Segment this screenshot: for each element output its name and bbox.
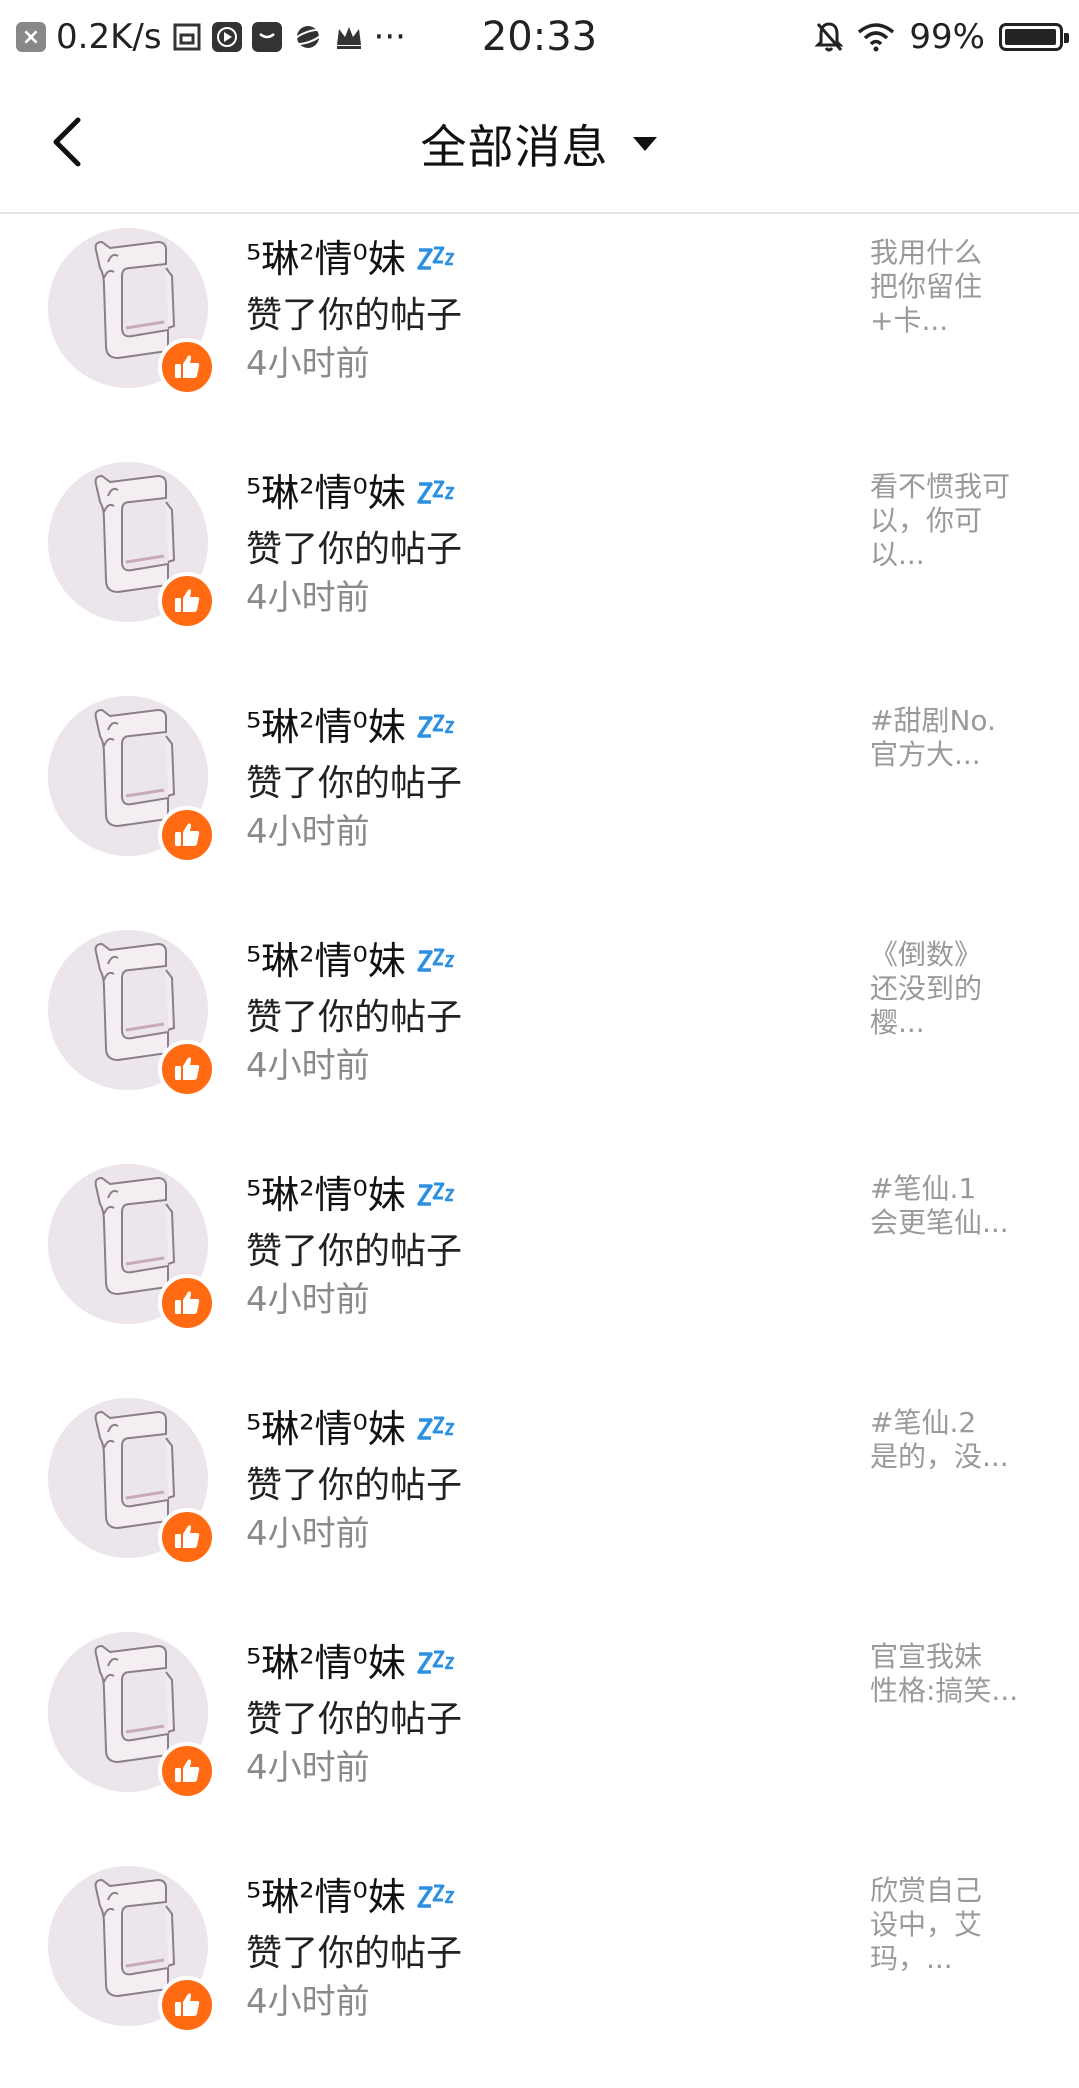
header-bar: 全部消息	[0, 74, 1079, 214]
thumbs-up-icon	[175, 1057, 200, 1080]
timestamp: 4小时前	[246, 1982, 370, 2022]
user-name-text: ⁵琳²情⁰妹	[246, 471, 406, 515]
message-list: ⁵琳²情⁰妹 赞了你的帖子 4小时前 我用什么 把你留住 +卡... ⁵琳²情⁰…	[0, 216, 1079, 2088]
like-badge	[158, 1976, 216, 2034]
user-name-text: ⁵琳²情⁰妹	[246, 1641, 406, 1685]
post-preview[interactable]: 我用什么 把你留住 +卡...	[870, 236, 1040, 338]
timestamp: 4小时前	[246, 578, 370, 618]
like-badge	[158, 1040, 216, 1098]
zzz-sleep-icon	[416, 1650, 454, 1674]
user-name-text: ⁵琳²情⁰妹	[246, 939, 406, 983]
timestamp: 4小时前	[246, 812, 370, 852]
thumbs-up-icon	[175, 1291, 200, 1314]
message-item[interactable]: ⁵琳²情⁰妹 赞了你的帖子 4小时前 我用什么 把你留住 +卡...	[0, 216, 1079, 450]
status-bar: × 0.2K/s ··· 20:33 99%	[0, 0, 1079, 74]
user-name[interactable]: ⁵琳²情⁰妹	[246, 228, 456, 283]
post-preview[interactable]: 官宣我妹 性格:搞笑...	[870, 1640, 1040, 1708]
post-preview[interactable]: 《倒数》 还没到的 樱...	[870, 938, 1040, 1040]
like-badge	[158, 1508, 216, 1566]
message-item[interactable]: ⁵琳²情⁰妹 赞了你的帖子 4小时前 #甜剧No. 官方大...	[0, 684, 1079, 918]
thumbs-up-icon	[175, 1525, 200, 1548]
like-badge	[158, 806, 216, 864]
battery-icon	[999, 23, 1069, 51]
user-name-text: ⁵琳²情⁰妹	[246, 1875, 406, 1919]
message-item[interactable]: ⁵琳²情⁰妹 赞了你的帖子 4小时前 看不惯我可 以，你可 以...	[0, 450, 1079, 684]
thumbs-up-icon	[175, 1759, 200, 1782]
zzz-sleep-icon	[416, 246, 454, 270]
like-badge	[158, 1742, 216, 1800]
timestamp: 4小时前	[246, 1046, 370, 1086]
user-name-text: ⁵琳²情⁰妹	[246, 705, 406, 749]
user-name[interactable]: ⁵琳²情⁰妹	[246, 1398, 456, 1453]
user-name[interactable]: ⁵琳²情⁰妹	[246, 1632, 456, 1687]
zzz-sleep-icon	[416, 1416, 454, 1440]
timestamp: 4小时前	[246, 344, 370, 384]
action-text: 赞了你的帖子	[246, 1933, 463, 1974]
action-text: 赞了你的帖子	[246, 763, 463, 804]
timestamp: 4小时前	[246, 1514, 370, 1554]
user-name-text: ⁵琳²情⁰妹	[246, 1173, 406, 1217]
post-preview[interactable]: #笔仙.2 是的，没...	[870, 1406, 1040, 1474]
message-item[interactable]: ⁵琳²情⁰妹 赞了你的帖子 4小时前 #笔仙.1 会更笔仙...	[0, 1152, 1079, 1386]
post-preview[interactable]: 欣赏自己 设中，艾 玛，...	[870, 1874, 1040, 1976]
action-text: 赞了你的帖子	[246, 295, 463, 336]
post-preview[interactable]: #笔仙.1 会更笔仙...	[870, 1172, 1040, 1240]
timestamp: 4小时前	[246, 1280, 370, 1320]
thumbs-up-icon	[175, 1993, 200, 2016]
thumbs-up-icon	[175, 589, 200, 612]
zzz-sleep-icon	[416, 714, 454, 738]
action-text: 赞了你的帖子	[246, 1699, 463, 1740]
zzz-sleep-icon	[416, 948, 454, 972]
action-text: 赞了你的帖子	[246, 529, 463, 570]
page-title: 全部消息	[420, 120, 609, 174]
user-name[interactable]: ⁵琳²情⁰妹	[246, 1866, 456, 1921]
action-text: 赞了你的帖子	[246, 997, 463, 1038]
like-badge	[158, 1274, 216, 1332]
user-name[interactable]: ⁵琳²情⁰妹	[246, 1164, 456, 1219]
user-name[interactable]: ⁵琳²情⁰妹	[246, 696, 456, 751]
user-name[interactable]: ⁵琳²情⁰妹	[246, 462, 456, 517]
like-badge	[158, 338, 216, 396]
zzz-sleep-icon	[416, 480, 454, 504]
status-right: 99%	[815, 12, 1069, 62]
message-item[interactable]: ⁵琳²情⁰妹 赞了你的帖子 4小时前 #笔仙.2 是的，没...	[0, 1386, 1079, 1620]
thumbs-up-icon	[175, 355, 200, 378]
message-item[interactable]: ⁵琳²情⁰妹 赞了你的帖子 4小时前 官宣我妹 性格:搞笑...	[0, 1620, 1079, 1854]
timestamp: 4小时前	[246, 1748, 370, 1788]
message-item[interactable]: ⁵琳²情⁰妹 赞了你的帖子 4小时前 《倒数》 还没到的 樱...	[0, 918, 1079, 1152]
action-text: 赞了你的帖子	[246, 1231, 463, 1272]
caret-down-icon	[632, 137, 657, 151]
message-item[interactable]: ⁵琳²情⁰妹 赞了你的帖子 4小时前 欣赏自己 设中，艾 玛，...	[0, 1854, 1079, 2088]
action-text: 赞了你的帖子	[246, 1465, 463, 1506]
thumbs-up-icon	[175, 823, 200, 846]
zzz-sleep-icon	[416, 1884, 454, 1908]
battery-percent: 99%	[909, 17, 985, 57]
post-preview[interactable]: 看不惯我可 以，你可 以...	[870, 470, 1040, 572]
zzz-sleep-icon	[416, 1182, 454, 1206]
user-name-text: ⁵琳²情⁰妹	[246, 1407, 406, 1451]
wifi-icon	[858, 23, 895, 52]
title-dropdown[interactable]: 全部消息	[0, 112, 1079, 176]
user-name[interactable]: ⁵琳²情⁰妹	[246, 930, 456, 985]
user-name-text: ⁵琳²情⁰妹	[246, 237, 406, 281]
bell-muted-icon	[815, 22, 844, 52]
like-badge	[158, 572, 216, 630]
post-preview[interactable]: #甜剧No. 官方大...	[870, 704, 1040, 772]
